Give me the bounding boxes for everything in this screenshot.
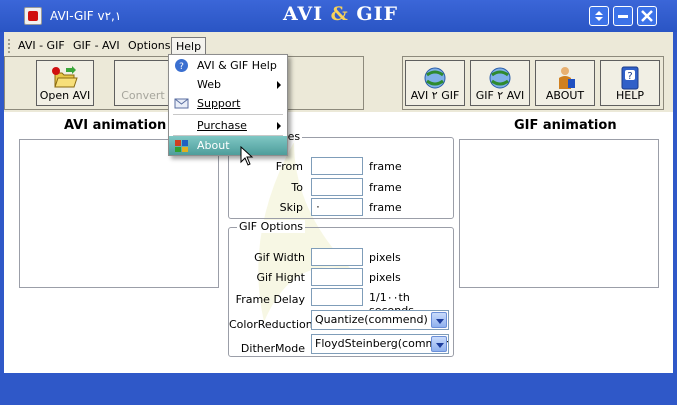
restore-button[interactable] <box>589 6 609 26</box>
main-panel: AVI animation GIF animation AVI Frames F… <box>4 112 673 373</box>
minimize-button[interactable] <box>613 6 633 26</box>
menu-gif-avi[interactable]: GIF - AVI <box>69 37 124 54</box>
close-button[interactable] <box>637 6 657 26</box>
help-menu-item-help-label: AVI & GIF Help <box>197 59 277 72</box>
submenu-arrow-icon <box>277 81 281 89</box>
to-unit: frame <box>369 181 402 194</box>
gif-options-legend: GIF Options <box>237 220 306 233</box>
help-menu-item-support[interactable]: Support <box>169 94 287 113</box>
menu-avi-gif[interactable]: AVI - GIF <box>14 37 69 54</box>
bottom-frame <box>0 373 677 405</box>
skip-input[interactable]: ۰ <box>311 198 363 216</box>
color-reduction-label: ColorReduction <box>229 318 313 331</box>
folder-open-icon <box>52 66 78 88</box>
globe-arrows-icon <box>424 67 446 89</box>
close-icon <box>641 10 653 22</box>
gif-width-label: Gif Width <box>254 251 305 264</box>
dither-mode-label: DitherMode <box>240 342 305 355</box>
avi-animation-title: AVI animation <box>64 118 167 133</box>
menu-bar: AVI - GIF GIF - AVI Options Help <box>4 35 673 56</box>
help-menu-item-purchase-label: Purchase <box>197 119 247 132</box>
window-title: AVI-GIF v۲,۱ <box>50 9 122 23</box>
gif-options-group: GIF Options Gif Width pixels Gif Hight p… <box>228 220 454 357</box>
gif-animation-title: GIF animation <box>514 118 617 133</box>
mouse-cursor-icon <box>240 146 254 166</box>
convert-button[interactable]: Convert <box>114 60 172 106</box>
color-reduction-select[interactable]: Quantize(commend) <box>311 310 449 330</box>
help-globe-icon: ? <box>175 59 188 72</box>
open-avi-button[interactable]: Open AVI <box>36 60 94 106</box>
avi-to-gif-button[interactable]: AVI ۲ GIF <box>405 60 465 106</box>
help-menu-item-about-label: About <box>197 139 230 152</box>
title-bar[interactable]: AVI-GIF v۲,۱ AVI & GIF <box>0 0 677 32</box>
chevron-down-icon[interactable] <box>431 336 447 352</box>
svg-text:?: ? <box>627 71 632 82</box>
restore-icon <box>595 11 603 21</box>
menu-options[interactable]: Options <box>124 37 174 54</box>
help-menu-item-web-label: Web <box>197 78 221 91</box>
frame-delay-label: Frame Delay <box>235 293 305 306</box>
chevron-down-icon[interactable] <box>431 312 447 328</box>
gif-width-unit: pixels <box>369 251 401 264</box>
brand-amp: & <box>330 3 349 25</box>
app-icon[interactable] <box>24 7 42 25</box>
from-input[interactable] <box>311 157 363 175</box>
help-menu-item-web[interactable]: Web <box>169 75 287 94</box>
frame-delay-input[interactable] <box>311 288 363 306</box>
help-menu-item-help[interactable]: ? AVI & GIF Help <box>169 56 287 75</box>
from-unit: frame <box>369 160 402 173</box>
client-area: AVI - GIF GIF - AVI Options Help Open AV… <box>4 32 673 373</box>
gif-preview-box <box>459 139 659 288</box>
help-menu-item-support-label: Support <box>197 97 241 110</box>
info-icon <box>175 140 188 152</box>
app-window: AVI-GIF v۲,۱ AVI & GIF AVI - GIF GIF - A… <box>0 0 677 405</box>
brand-right: GIF <box>356 3 399 25</box>
gif-height-input[interactable] <box>311 268 363 286</box>
skip-unit: frame <box>369 201 402 214</box>
user-info-icon <box>559 67 575 89</box>
avi-preview-box <box>19 139 219 288</box>
dither-mode-select[interactable]: FloydSteinberg(commend) <box>311 334 449 354</box>
dither-mode-value: FloydSteinberg(commend) <box>315 337 449 350</box>
help-button[interactable]: ? HELP <box>600 60 660 106</box>
mail-icon <box>174 98 189 109</box>
gif-height-label: Gif Hight <box>256 271 305 284</box>
submenu-arrow-icon <box>277 122 281 130</box>
skip-label: Skip <box>279 201 303 214</box>
brand-title: AVI & GIF <box>283 3 398 25</box>
help-menu-item-purchase[interactable]: Purchase <box>169 116 287 135</box>
minimize-icon <box>618 15 628 18</box>
gif-width-input[interactable] <box>311 248 363 266</box>
gif-to-avi-button[interactable]: GIF ۲ AVI <box>470 60 530 106</box>
help-menu-dropdown: ? AVI & GIF Help Web Support Purchase Ab… <box>168 54 288 156</box>
help-book-icon: ? <box>621 66 639 90</box>
to-input[interactable] <box>311 178 363 196</box>
menu-grip[interactable] <box>8 39 11 53</box>
globe-arrows-icon <box>489 67 511 89</box>
convert-label: Convert <box>121 89 165 102</box>
gif-height-unit: pixels <box>369 271 401 284</box>
brand-left: AVI <box>283 3 323 25</box>
to-label: To <box>291 181 303 194</box>
menu-separator <box>173 114 283 115</box>
about-button[interactable]: ABOUT <box>535 60 595 106</box>
help-menu-item-about[interactable]: About <box>169 136 287 155</box>
svg-text:?: ? <box>179 62 184 72</box>
color-reduction-value: Quantize(commend) <box>315 313 428 326</box>
